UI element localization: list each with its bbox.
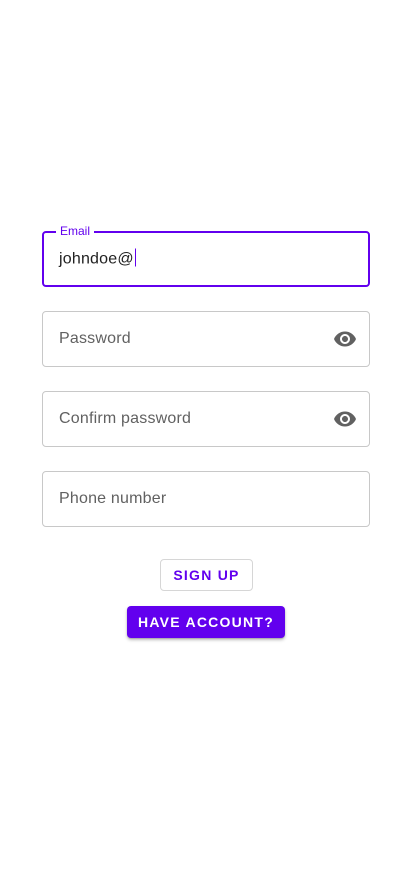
- email-input[interactable]: johndoe@: [59, 248, 136, 270]
- password-field[interactable]: Password: [42, 311, 370, 367]
- email-value: johndoe@: [59, 250, 134, 268]
- eye-icon[interactable]: [333, 407, 357, 431]
- text-caret: [134, 248, 136, 267]
- email-label: Email: [56, 224, 95, 238]
- email-field[interactable]: Email johndoe@: [42, 224, 370, 287]
- phone-number-placeholder: Phone number: [59, 490, 167, 507]
- confirm-password-field[interactable]: Confirm password: [42, 391, 370, 447]
- signup-form: Email johndoe@ Password Confirm password…: [42, 224, 370, 551]
- confirm-password-placeholder: Confirm password: [59, 410, 192, 427]
- have-account-button[interactable]: HAVE ACCOUNT?: [127, 606, 285, 638]
- password-placeholder: Password: [59, 330, 131, 347]
- eye-icon[interactable]: [333, 327, 357, 351]
- phone-number-field[interactable]: Phone number: [42, 471, 370, 527]
- sign-up-button[interactable]: SIGN UP: [160, 559, 253, 591]
